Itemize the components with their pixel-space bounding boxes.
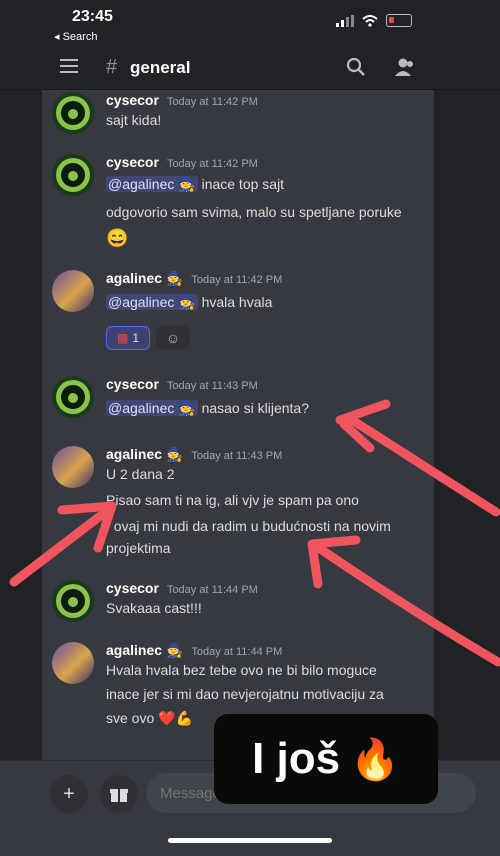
battery-icon xyxy=(386,14,412,27)
message-text: U 2 dana 2 xyxy=(106,466,175,482)
story-text-sticker: I još 🔥 xyxy=(214,714,438,804)
message-text: nasao si klijenta? xyxy=(201,400,309,416)
home-indicator[interactable] xyxy=(168,838,332,843)
hood-avatar-icon xyxy=(56,584,90,618)
message-author[interactable]: agalinec 🧙 xyxy=(106,270,183,287)
avatar[interactable] xyxy=(52,154,94,196)
status-time: 23:45 xyxy=(72,8,113,25)
message-timestamp: Today at 11:43 PM xyxy=(191,450,283,462)
user-mention[interactable]: @agalinec 🧙 xyxy=(106,400,198,416)
avatar[interactable] xyxy=(52,580,94,622)
menu-icon[interactable] xyxy=(60,59,78,77)
message-text: inace top sajt xyxy=(201,176,285,192)
status-icons xyxy=(336,14,412,27)
message-author[interactable]: agalinec 🧙 xyxy=(106,642,183,659)
message-text: Hvala hvala bez tebe ovo ne bi bilo mogu… xyxy=(106,662,377,678)
gift-icon[interactable] xyxy=(100,775,138,813)
avatar[interactable] xyxy=(52,92,94,134)
message-text: Pisao sam ti na ig, ali vjv je spam pa o… xyxy=(106,492,359,508)
avatar[interactable] xyxy=(52,642,94,684)
message-timestamp: Today at 11:44 PM xyxy=(191,646,283,658)
reaction-emoji-icon: ▩ xyxy=(116,331,129,345)
message-text: inace jer si mi dao nevjerojatnu motivac… xyxy=(106,686,384,702)
back-to-search-link[interactable]: ◂ Search xyxy=(54,30,97,43)
user-mention[interactable]: @agalinec 🧙 xyxy=(106,176,198,192)
hood-avatar-icon xyxy=(56,158,90,192)
left-edge-panel xyxy=(0,90,42,796)
message-timestamp: Today at 11:44 PM xyxy=(166,584,258,596)
reaction-button[interactable]: ▩ 1 xyxy=(106,326,150,350)
message-text: hvala hvala xyxy=(201,294,273,310)
channel-title: general xyxy=(130,58,191,77)
message-timestamp: Today at 11:43 PM xyxy=(166,380,258,392)
message-text: projektima xyxy=(106,540,171,556)
message-timestamp: Today at 11:42 PM xyxy=(166,96,258,108)
message-author[interactable]: agalinec 🧙 xyxy=(106,446,183,463)
user-mention[interactable]: @agalinec 🧙 xyxy=(106,294,198,310)
message-list[interactable]: cysecor Today at 11:42 PM sajt kida! cyse… xyxy=(42,90,434,760)
signal-icon xyxy=(336,14,354,27)
message-text: I ovaj mi nudi da radim u budućnosti na … xyxy=(106,518,391,534)
status-bar: 23:45 ◂ Search xyxy=(0,0,500,46)
emoji: 😄 xyxy=(106,228,129,248)
channel-hash-icon: # xyxy=(106,56,118,78)
message-author[interactable]: cysecor xyxy=(106,154,159,170)
members-icon[interactable] xyxy=(394,57,416,82)
message-author[interactable]: cysecor xyxy=(106,580,159,596)
hood-avatar-icon xyxy=(56,380,90,414)
message-text: sve ovo ❤️💪 xyxy=(106,710,194,726)
hood-avatar-icon xyxy=(56,96,90,130)
message-timestamp: Today at 11:42 PM xyxy=(166,158,258,170)
fire-icon: 🔥 xyxy=(350,737,400,782)
reaction-count: 1 xyxy=(132,331,140,345)
add-attachment-icon[interactable]: + xyxy=(50,775,88,813)
message-text: sajt kida! xyxy=(106,112,162,128)
avatar[interactable] xyxy=(52,270,94,312)
story-caption: I još xyxy=(252,734,341,783)
avatar[interactable] xyxy=(52,376,94,418)
message-author[interactable]: cysecor xyxy=(106,376,159,392)
message-author[interactable]: cysecor xyxy=(106,92,159,108)
message-timestamp: Today at 11:42 PM xyxy=(191,274,283,286)
message-text: Svakaaa cast!!! xyxy=(106,600,202,616)
message-text: odgovorio sam svima, malo su spetljane p… xyxy=(106,204,402,220)
add-reaction-icon[interactable]: ☺ xyxy=(156,326,190,350)
search-icon[interactable] xyxy=(346,57,366,82)
wifi-icon xyxy=(362,14,378,27)
avatar[interactable] xyxy=(52,446,94,488)
channel-header: # general xyxy=(0,46,500,90)
right-edge-panel xyxy=(434,90,500,796)
